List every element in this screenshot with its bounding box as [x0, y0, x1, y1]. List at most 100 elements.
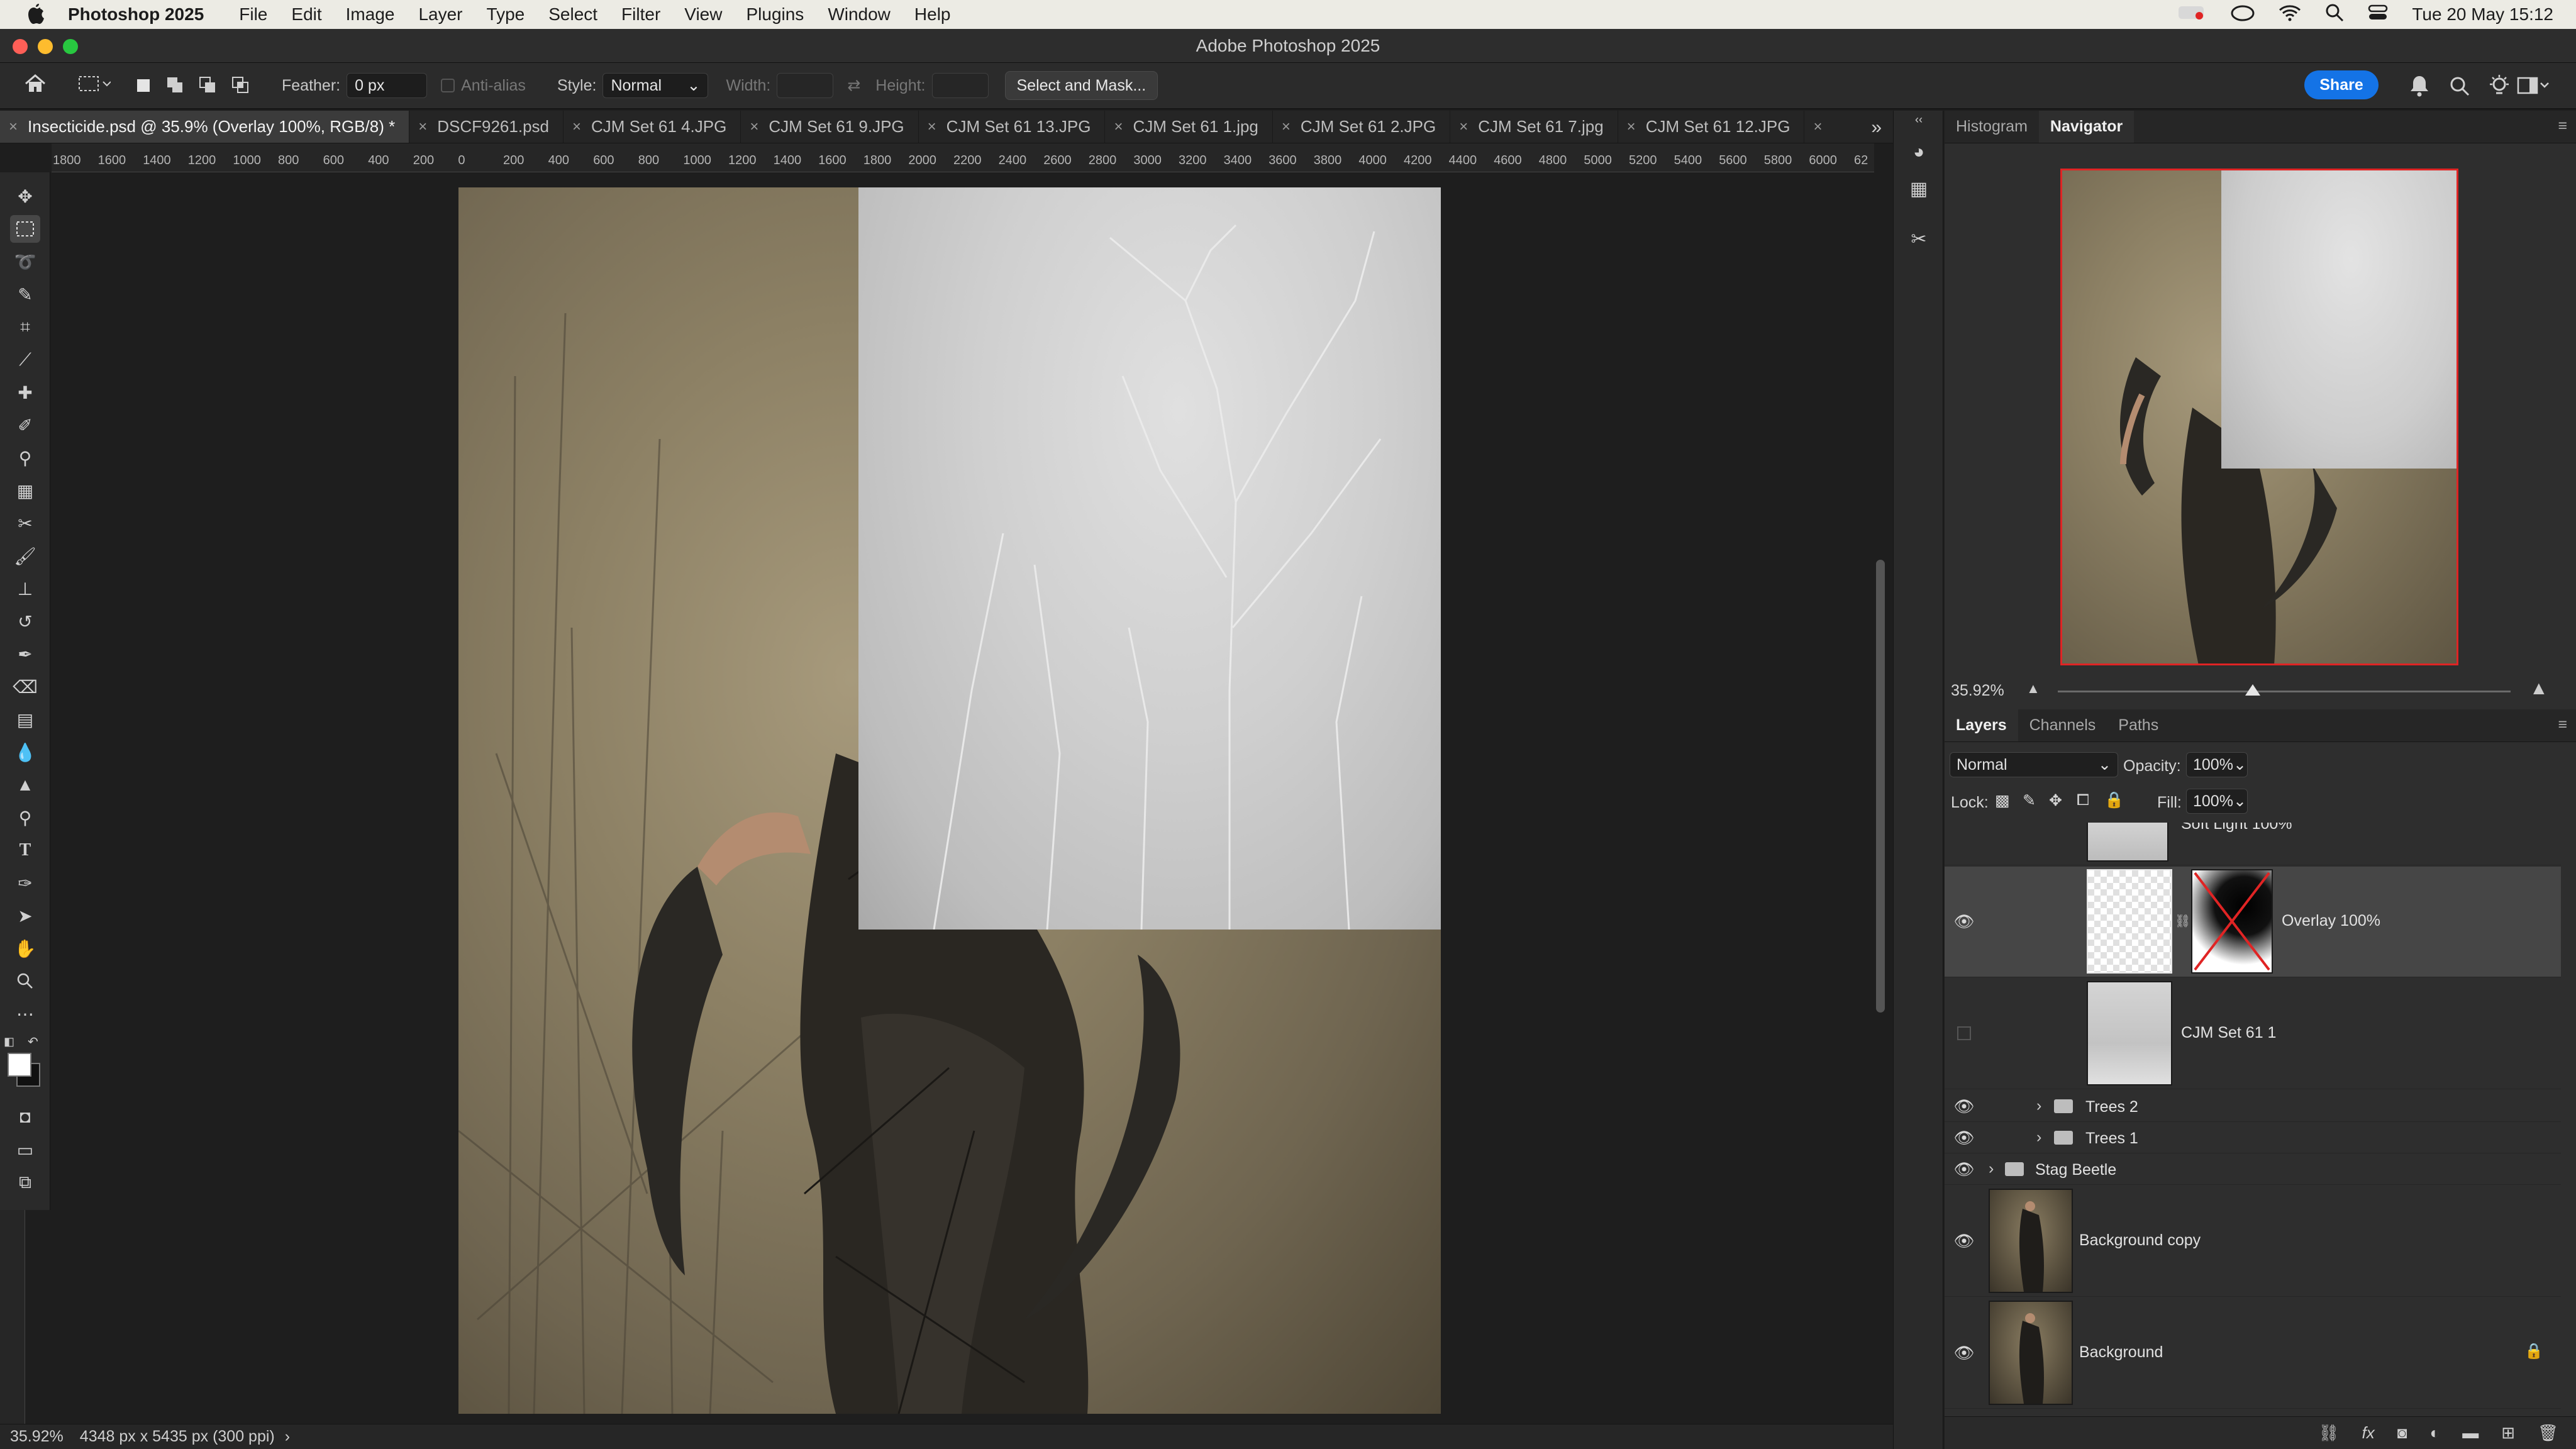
- history-brush-tool-icon[interactable]: ↺: [10, 608, 40, 635]
- chevron-right-icon[interactable]: ›: [2036, 1128, 2041, 1146]
- foreground-color-swatch[interactable]: [8, 1053, 31, 1077]
- layer-name[interactable]: Background: [2079, 1343, 2163, 1362]
- eyedropper-tool-icon[interactable]: ⟋: [10, 346, 40, 374]
- pen-tool-icon[interactable]: ✑: [10, 869, 40, 897]
- chevron-right-icon[interactable]: ›: [1989, 1160, 1994, 1178]
- zoom-out-icon[interactable]: ▲: [2026, 680, 2040, 697]
- navigator-zoom-knob[interactable]: [2245, 684, 2260, 696]
- vertical-scrollbar[interactable]: [1876, 560, 1885, 1013]
- adjustment-layer-icon[interactable]: ◐: [2429, 1423, 2440, 1443]
- stamp-tool-icon[interactable]: ⊥: [10, 575, 40, 602]
- intersect-selection-icon[interactable]: [231, 76, 250, 95]
- close-tab-icon[interactable]: ×: [750, 118, 758, 136]
- tools-preset-icon[interactable]: ✂: [1906, 226, 1931, 252]
- tab-histogram[interactable]: Histogram: [1945, 111, 2039, 143]
- delete-layer-icon[interactable]: 🗑: [2538, 1423, 2558, 1443]
- document-tab[interactable]: × CJM Set 61 12.JPG: [1618, 111, 1805, 143]
- antialias-checkbox[interactable]: [441, 79, 455, 92]
- menu-view[interactable]: View: [684, 4, 722, 25]
- hand-tool-icon[interactable]: ✋: [10, 935, 40, 962]
- layer-row[interactable]: 👁 Background 🔒: [1945, 1298, 2561, 1409]
- spotlight-search-icon[interactable]: [2325, 3, 2344, 26]
- type-tool-icon[interactable]: T: [10, 836, 40, 864]
- layer-name[interactable]: Trees 2: [2085, 1098, 2138, 1116]
- opacity-input[interactable]: 100% ⌄: [2186, 752, 2248, 777]
- layer-row[interactable]: Soft Light 100%: [1945, 823, 2561, 865]
- blend-mode-select[interactable]: Normal ⌄: [1950, 752, 2118, 777]
- document-tab-overflow[interactable]: ×: [1804, 111, 1846, 143]
- style-select[interactable]: Normal ⌄: [602, 73, 709, 98]
- link-layers-icon[interactable]: ⛓: [2319, 1423, 2340, 1443]
- navigator-zoom-slider[interactable]: [2058, 691, 2511, 692]
- search-icon[interactable]: [2449, 75, 2470, 101]
- home-icon[interactable]: [24, 74, 47, 98]
- add-selection-icon[interactable]: [166, 76, 185, 95]
- tab-layers[interactable]: Layers: [1945, 709, 2018, 741]
- menu-plugins[interactable]: Plugins: [746, 4, 804, 25]
- layer-name[interactable]: Soft Light 100%: [2181, 823, 2292, 833]
- gradient-tool-icon[interactable]: ▤: [10, 706, 40, 733]
- path-selection-tool-icon[interactable]: ➤: [10, 902, 40, 930]
- visibility-eye-icon[interactable]: 👁: [1953, 1127, 1975, 1148]
- dodge-tool-icon[interactable]: ⚲: [10, 804, 40, 831]
- visibility-eye-icon[interactable]: 👁: [1953, 1342, 1975, 1363]
- apple-logo-icon[interactable]: [24, 4, 49, 25]
- zoom-tool-icon[interactable]: [10, 967, 40, 995]
- new-layer-icon[interactable]: ⊞: [2501, 1423, 2515, 1443]
- lock-all-icon[interactable]: 🔒: [2104, 791, 2124, 809]
- eraser-tool-icon[interactable]: ⌫: [10, 673, 40, 701]
- pen-blob-tool-icon[interactable]: ✒: [10, 640, 40, 668]
- close-window-button[interactable]: [13, 39, 28, 54]
- lock-transparent-pixels-icon[interactable]: ▩: [1995, 791, 2010, 810]
- layer-name[interactable]: CJM Set 61 1: [2181, 1024, 2276, 1042]
- menu-edit[interactable]: Edit: [291, 4, 321, 25]
- tab-navigator[interactable]: Navigator: [2038, 111, 2135, 143]
- visibility-eye-icon[interactable]: 👁: [1953, 1096, 1975, 1117]
- layer-lock-icon[interactable]: 🔒: [2524, 1342, 2543, 1360]
- panel-menu-icon[interactable]: ≡: [2558, 117, 2567, 135]
- close-tab-icon[interactable]: ×: [1282, 118, 1291, 136]
- visibility-eye-icon[interactable]: 👁: [1953, 1230, 1975, 1252]
- clone-stamp-tool-icon[interactable]: ⚲: [10, 444, 40, 472]
- exchange-colors-icon[interactable]: ↶: [28, 1034, 38, 1050]
- color-wheel-icon[interactable]: ◕: [1906, 140, 1931, 165]
- menu-filter[interactable]: Filter: [621, 4, 660, 25]
- document-tab[interactable]: × DSCF9261.psd: [409, 111, 564, 143]
- swap-colors-icon[interactable]: ◧: [4, 1035, 14, 1048]
- width-input[interactable]: [777, 73, 834, 98]
- add-mask-icon[interactable]: ◙: [2397, 1423, 2407, 1443]
- close-tab-icon[interactable]: ×: [1813, 118, 1822, 136]
- document-tab[interactable]: × CJM Set 61 7.jpg: [1450, 111, 1618, 143]
- pattern-tool-icon[interactable]: ▦: [10, 477, 40, 504]
- more-tools-icon[interactable]: ⋯: [10, 1000, 40, 1028]
- chevron-right-icon[interactable]: ›: [2036, 1097, 2041, 1115]
- swap-dimensions-icon[interactable]: ⇄: [847, 76, 860, 95]
- menu-help[interactable]: Help: [914, 4, 951, 25]
- menu-type[interactable]: Type: [487, 4, 525, 25]
- layer-effects-icon[interactable]: fx: [2362, 1423, 2375, 1443]
- close-tab-icon[interactable]: ×: [1459, 118, 1468, 136]
- visibility-toggle-empty[interactable]: [1953, 1023, 1975, 1044]
- new-group-icon[interactable]: ▬: [2462, 1423, 2479, 1443]
- wifi-icon[interactable]: [2279, 4, 2301, 26]
- close-tab-icon[interactable]: ×: [1627, 118, 1636, 136]
- layer-row[interactable]: CJM Set 61 1: [1945, 979, 2561, 1089]
- visibility-eye-icon[interactable]: 👁: [1953, 911, 1975, 932]
- layer-mask-thumbnail[interactable]: [2191, 869, 2273, 974]
- menu-file[interactable]: File: [239, 4, 267, 25]
- menu-window[interactable]: Window: [828, 4, 891, 25]
- status-zoom[interactable]: 35.92%: [10, 1428, 64, 1446]
- minimize-window-button[interactable]: [38, 39, 53, 54]
- screen-mode-icon[interactable]: ▭: [10, 1136, 40, 1163]
- move-tool-icon[interactable]: ✥: [10, 182, 40, 210]
- close-tab-icon[interactable]: ×: [9, 118, 18, 136]
- rectangular-marquee-tool-icon[interactable]: [10, 215, 40, 243]
- collapse-dock-icon[interactable]: ‹‹: [1906, 113, 1931, 126]
- zoom-in-icon[interactable]: ▲: [2529, 678, 2548, 699]
- navigator-zoom-value[interactable]: 35.92%: [1951, 682, 2004, 700]
- layer-name[interactable]: Trees 1: [2085, 1130, 2138, 1148]
- document-tab[interactable]: × CJM Set 61 4.JPG: [564, 111, 741, 143]
- document-tab[interactable]: × CJM Set 61 9.JPG: [741, 111, 919, 143]
- quick-mask-icon[interactable]: ◘: [10, 1103, 40, 1131]
- object-selection-tool-icon[interactable]: ✎: [10, 280, 40, 308]
